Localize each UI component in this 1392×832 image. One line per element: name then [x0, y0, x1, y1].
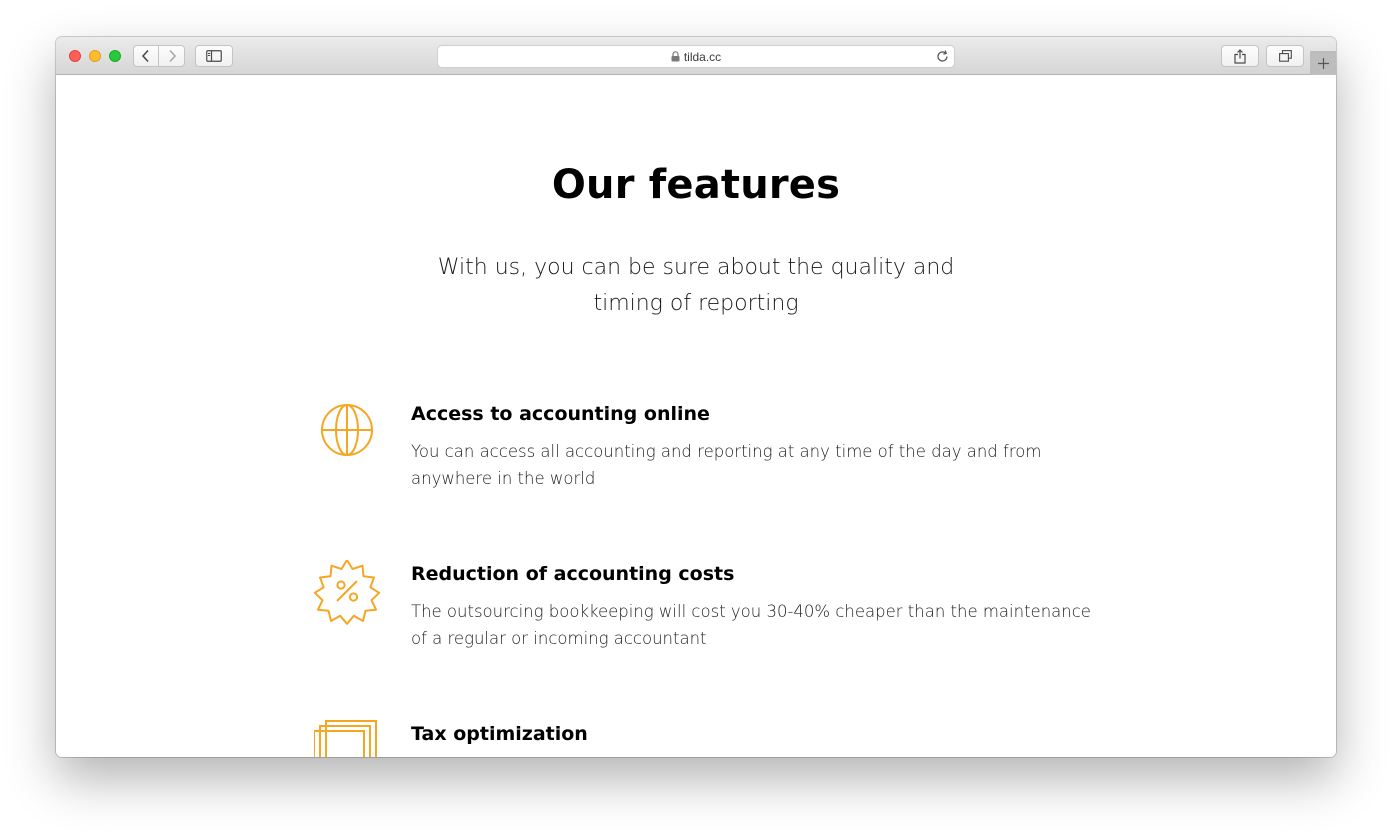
page-title: Our features: [551, 162, 841, 208]
feature-title: Access to accounting online: [411, 403, 710, 425]
percent-badge-icon: [314, 560, 381, 625]
reload-icon[interactable]: [935, 49, 950, 64]
browser-toolbar: tilda.cc: [56, 37, 1336, 75]
forward-button[interactable]: [158, 45, 185, 67]
zoom-window-button[interactable]: [109, 50, 121, 62]
close-window-button[interactable]: [69, 50, 81, 62]
feature-text: The outsourcing bookkeeping will cost yo…: [411, 602, 1091, 648]
feature-title: Reduction of accounting costs: [411, 563, 735, 585]
sidebar-icon: [206, 50, 222, 62]
browser-window: tilda.cc Our features With us, you can b…: [56, 37, 1336, 757]
stacked-cards-icon: [314, 720, 377, 757]
back-button[interactable]: [133, 45, 159, 67]
chevron-left-icon: [141, 49, 149, 63]
new-tab-button[interactable]: [1310, 51, 1336, 75]
navigation-buttons: [133, 45, 185, 67]
tab-overview-button[interactable]: [1266, 45, 1304, 67]
share-button[interactable]: [1221, 45, 1259, 67]
share-icon: [1234, 48, 1246, 64]
address-bar[interactable]: tilda.cc: [437, 45, 955, 68]
feature-title: Tax optimization: [411, 723, 588, 745]
chevron-right-icon: [168, 49, 176, 63]
url-display: tilda.cc: [438, 46, 954, 67]
sidebar-toggle-button[interactable]: [195, 45, 233, 67]
lock-icon: [671, 51, 680, 62]
plus-icon: [1317, 57, 1329, 69]
globe-icon: [321, 404, 373, 456]
minimize-window-button[interactable]: [89, 50, 101, 62]
page-content: Our features With us, you can be sure ab…: [56, 75, 1336, 757]
url-text: tilda.cc: [683, 49, 722, 64]
page-subtitle: With us, you can be sure about the quali…: [437, 255, 955, 316]
feature-text: You can access all accounting and report…: [411, 442, 1042, 488]
tabs-icon: [1278, 50, 1292, 62]
